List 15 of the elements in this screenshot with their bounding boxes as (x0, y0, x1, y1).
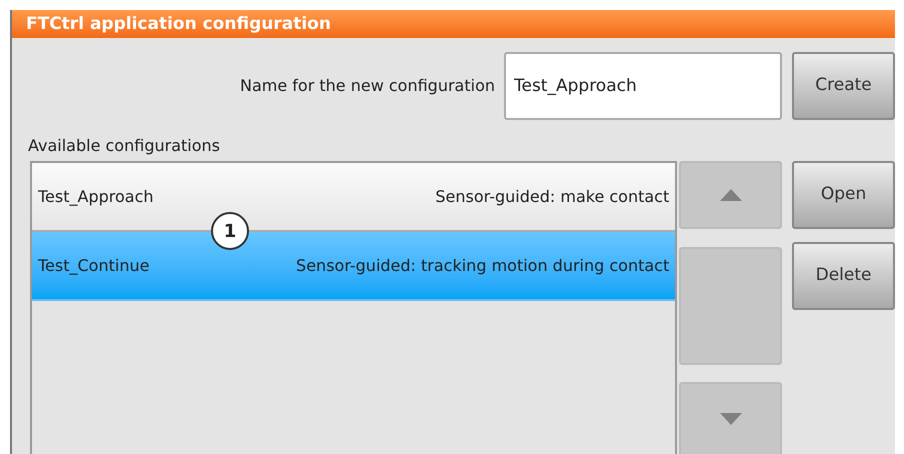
create-button[interactable]: Create (792, 52, 895, 120)
list-label: Available configurations (28, 135, 221, 157)
scroll-down-button[interactable] (679, 382, 782, 454)
window-title: FTCtrl application configuration (12, 10, 895, 38)
up-arrow-icon (720, 189, 742, 201)
configuration-description: Sensor-guided: tracking motion during contact (296, 254, 670, 276)
open-button[interactable]: Open (792, 161, 895, 229)
field-label: Name for the new configuration (240, 75, 495, 97)
down-arrow-icon (720, 413, 742, 425)
name-field[interactable]: Test_Approach (504, 52, 782, 120)
configuration-name: Test_Approach (38, 186, 154, 208)
configuration-description: Sensor-guided: make contact (435, 186, 670, 208)
configuration-name: Test_Continue (38, 254, 150, 277)
scroll-up-button[interactable] (679, 161, 782, 229)
delete-button[interactable]: Delete (792, 242, 895, 310)
